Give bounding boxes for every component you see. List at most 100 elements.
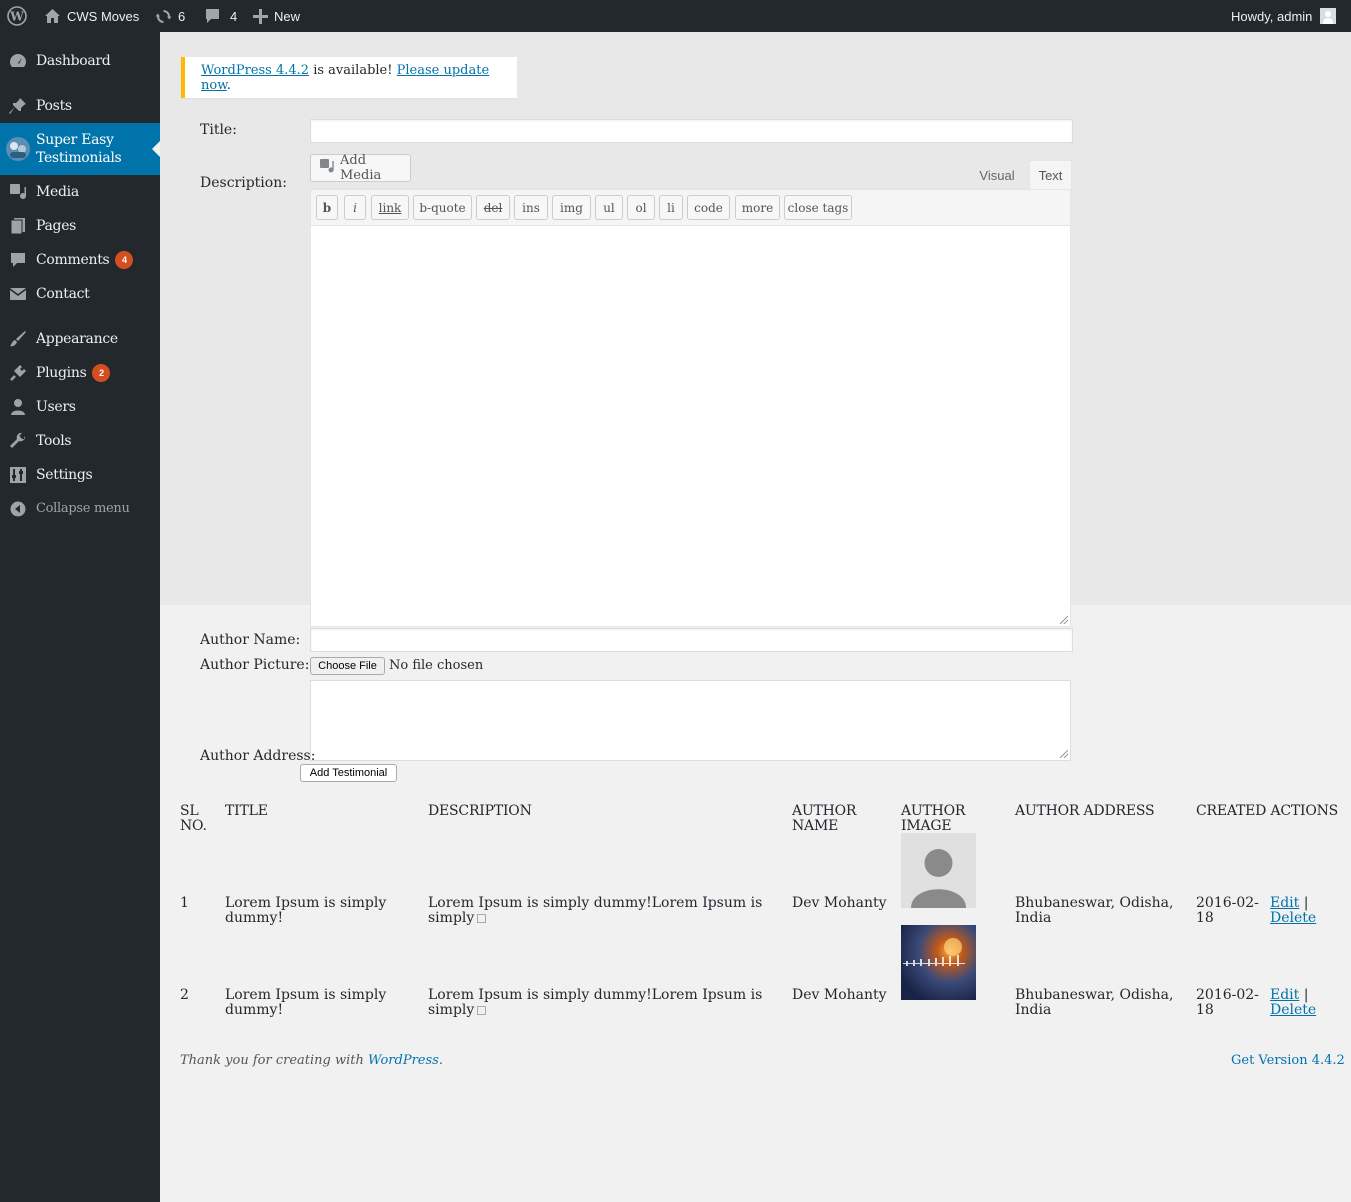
quicktag-ul-button[interactable]: ul [595,195,623,220]
row1-author-image [901,833,976,908]
sidebar-item-posts[interactable]: Posts [0,89,160,123]
row1-delete-link[interactable]: Delete [1270,910,1316,926]
quicktag-more-button[interactable]: more [735,195,780,220]
notice-text: is available! [309,62,397,78]
author-address-textarea[interactable] [310,680,1071,761]
quicktag-close-tags-button[interactable]: close tags [784,195,852,220]
row2-author-image [901,925,976,1000]
broken-image-icon [477,1005,487,1015]
row1-title: Lorem Ipsum is simply dummy! [225,895,387,926]
quicktag-italic-button[interactable]: i [344,195,366,220]
header-author-address: AUTHOR ADDRESS [1015,803,1155,819]
new-content-link[interactable]: New [253,0,300,32]
quicktag-img-button[interactable]: img [552,195,591,220]
row2-description: Lorem Ipsum is simply dummy!Lorem Ipsum … [428,988,773,1018]
sidebar-item-label: Tools [36,433,72,449]
sidebar-item-comments[interactable]: Comments 4 [0,243,160,277]
sidebar-item-label: Pages [36,218,77,234]
notice-end: . [226,77,231,93]
tab-text[interactable]: Text [1029,160,1072,190]
site-name-link[interactable]: CWS Moves [44,0,139,32]
quicktag-del-button[interactable]: del [476,195,510,220]
footer-wordpress-link[interactable]: WordPress [368,1053,439,1068]
updates-link[interactable]: 6 [155,0,185,32]
author-photo [903,938,965,966]
wrench-icon [0,432,36,450]
description-editor[interactable] [310,226,1071,627]
quicktag-bold-button[interactable]: b [316,195,338,220]
header-author-image: AUTHOR IMAGE [901,803,966,834]
sidebar-item-pages[interactable]: Pages [0,209,160,243]
choose-file-button[interactable]: Choose File [310,657,385,675]
title-input[interactable] [310,119,1073,143]
sidebar-item-users[interactable]: Users [0,390,160,424]
quicktag-ins-button[interactable]: ins [514,195,548,220]
plus-icon [253,8,268,24]
quicktag-li-button[interactable]: li [659,195,683,220]
plugins-badge: 2 [92,364,111,382]
collapse-menu-button[interactable]: Collapse menu [0,492,160,526]
user-icon [0,398,36,416]
admin-sidebar: Dashboard Posts Super Easy Testimonials … [0,32,160,1202]
row1-created: 2016-02-18 [1196,895,1259,926]
tab-visual[interactable]: Visual [970,160,1024,190]
row1-author-name: Dev Mohanty [792,895,887,911]
quicktag-link-button[interactable]: link [371,195,409,220]
quicktag-ol-button[interactable]: ol [627,195,655,220]
home-icon [44,8,61,24]
collapse-menu-label: Collapse menu [36,501,130,516]
sidebar-item-label: Media [36,184,79,200]
row2-delete-link[interactable]: Delete [1270,1002,1316,1018]
sidebar-item-dashboard[interactable]: Dashboard [0,44,160,78]
account-menu[interactable]: Howdy, admin [1231,0,1337,32]
media-icon [0,183,36,201]
row2-sl: 2 [180,987,189,1003]
row2-title: Lorem Ipsum is simply dummy! [225,987,387,1018]
resize-handle[interactable] [1060,750,1068,758]
wordpress-logo-icon[interactable]: W [7,0,27,32]
footer-thanks-text: Thank you for creating with [180,1053,368,1068]
add-media-label: Add Media [340,153,382,183]
sidebar-item-plugins[interactable]: Plugins 2 [0,356,160,390]
resize-handle[interactable] [1060,616,1068,624]
author-picture-label: Author Picture: [200,657,310,673]
sidebar-item-media[interactable]: Media [0,175,160,209]
quicktags-toolbar: b i link b-quote del ins img ul ol li co… [310,189,1071,226]
row2-edit-link[interactable]: Edit [1270,987,1299,1003]
row1-edit-link[interactable]: Edit [1270,895,1299,911]
sidebar-item-label: Posts [36,98,72,114]
add-testimonial-button[interactable]: Add Testimonial [300,764,397,782]
sidebar-item-settings[interactable]: Settings [0,458,160,492]
sidebar-item-super-easy-testimonials[interactable]: Super Easy Testimonials [0,123,160,175]
plugin-icon [0,364,36,382]
sidebar-item-tools[interactable]: Tools [0,424,160,458]
media-icon [319,158,340,178]
new-label: New [274,8,301,24]
comments-link[interactable]: 4 [204,0,237,32]
settings-icon [0,466,36,484]
file-status-text: No file chosen [389,658,484,673]
brush-icon [0,330,36,348]
header-author-name: AUTHOR NAME [792,803,857,834]
footer-version-link[interactable]: Get Version 4.4.2 [1231,1053,1345,1068]
sidebar-item-label: Users [36,399,76,415]
row2-created: 2016-02-18 [1196,987,1259,1018]
sidebar-item-appearance[interactable]: Appearance [0,322,160,356]
footer-thanks: Thank you for creating with WordPress. [180,1053,443,1068]
comment-bubble-icon [204,8,221,24]
row2-action-separator: | [1299,987,1309,1003]
wordpress-version-link[interactable]: WordPress 4.4.2 [201,63,309,78]
quicktag-code-button[interactable]: code [687,195,730,220]
site-name: CWS Moves [67,8,140,24]
footer-thanks-end: . [438,1053,443,1068]
sidebar-item-contact[interactable]: Contact [0,277,160,311]
update-notice: WordPress 4.4.2 is available! Please upd… [181,57,517,98]
dashboard-icon [0,52,36,70]
author-name-input[interactable] [310,628,1073,652]
sidebar-item-label: Appearance [36,331,118,347]
default-avatar-icon [911,849,966,908]
quicktag-bquote-button[interactable]: b-quote [413,195,472,220]
header-created-actions: CREATED ACTIONS [1196,803,1339,819]
avatar [1320,8,1337,24]
add-media-button[interactable]: Add Media [310,153,411,183]
